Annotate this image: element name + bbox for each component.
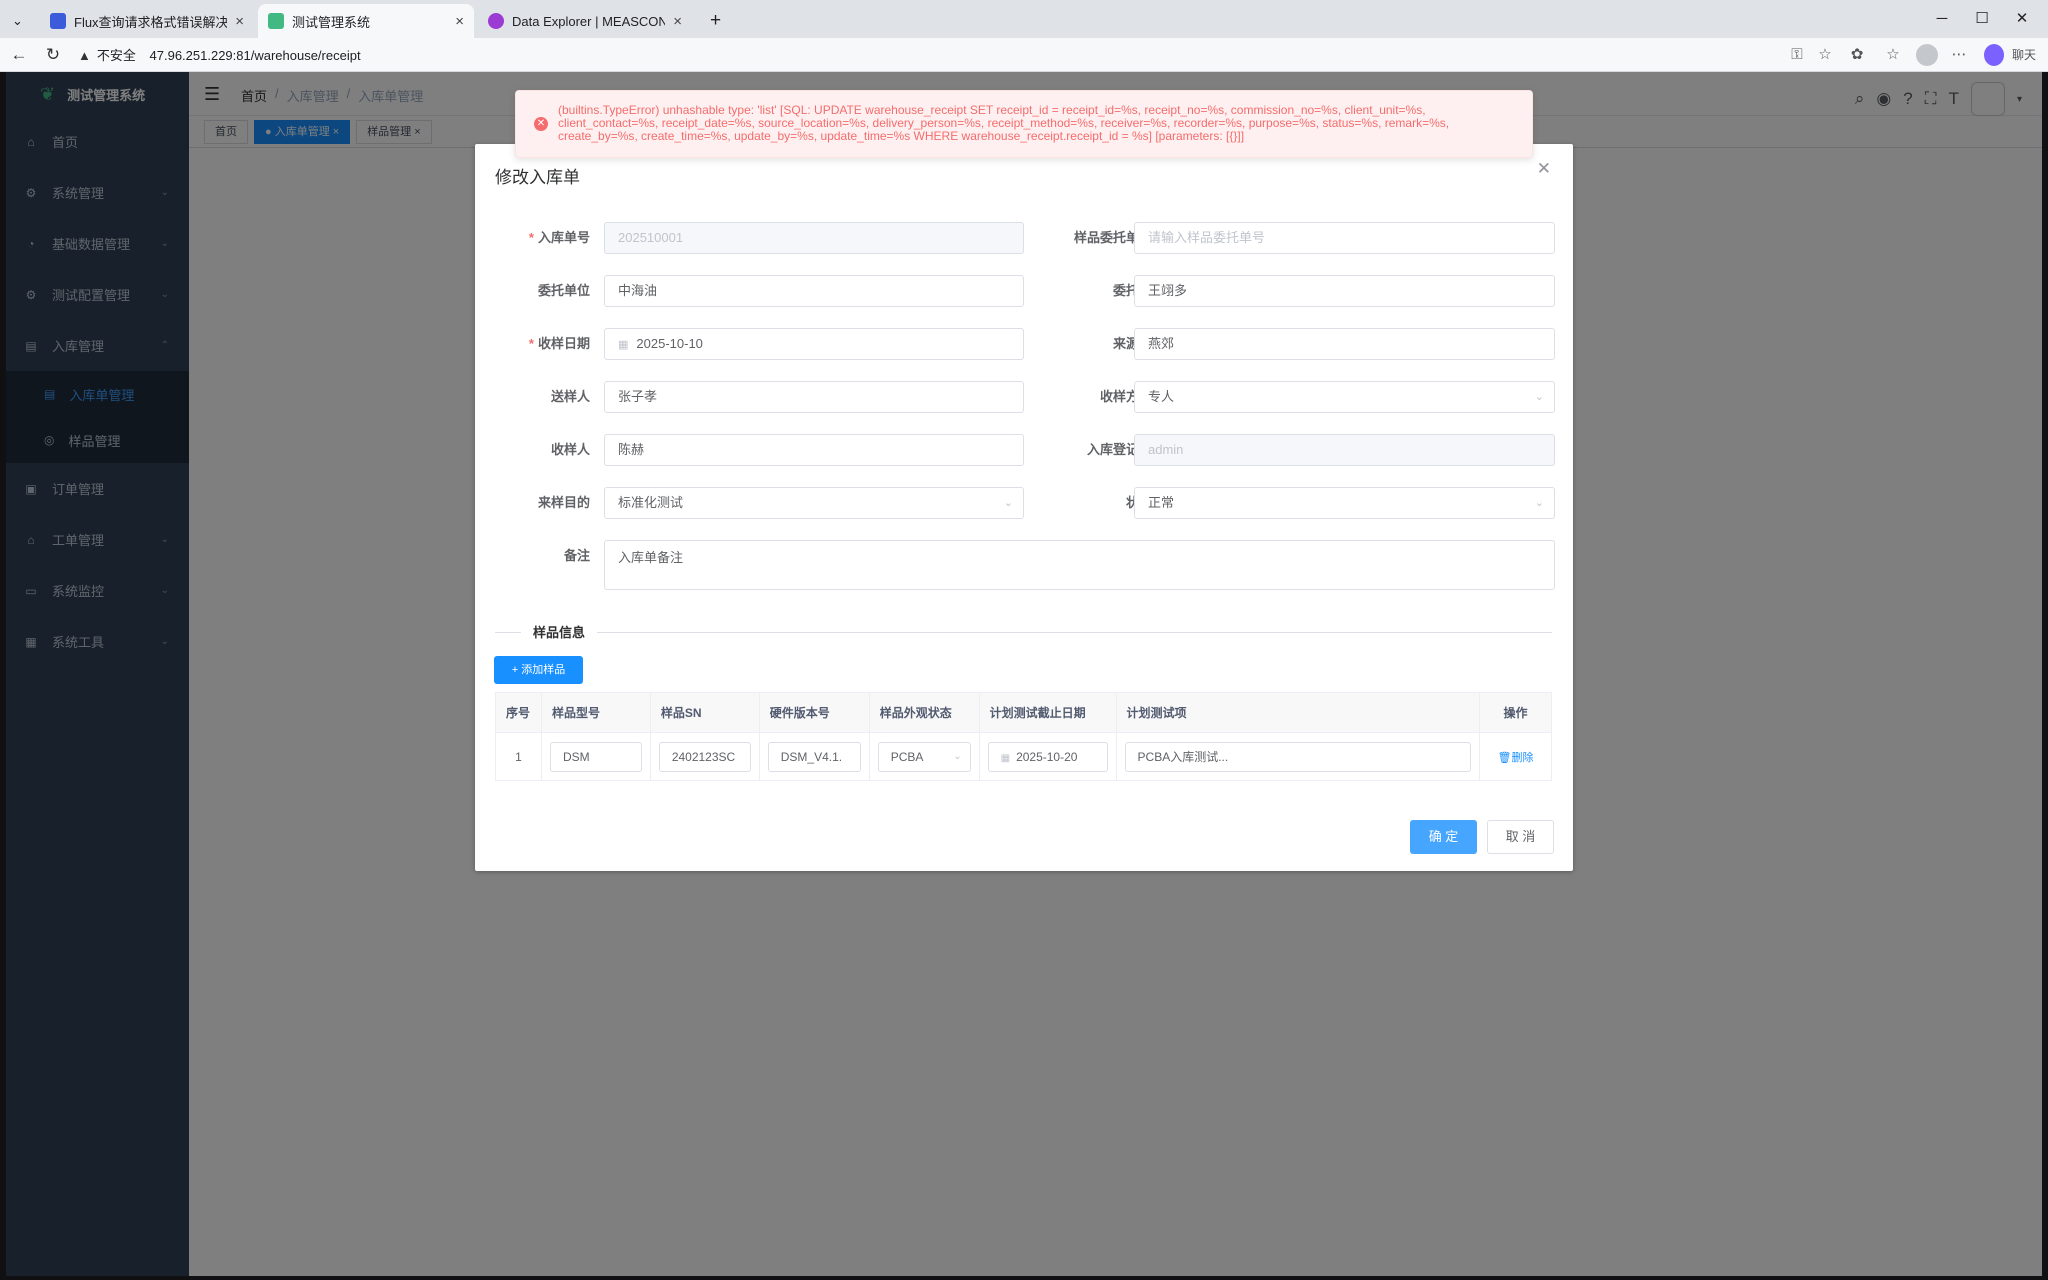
client-contact-input[interactable]: 王翊多: [1134, 275, 1555, 307]
tab-list-button[interactable]: ⌄: [6, 4, 36, 38]
delete-sample-button[interactable]: 🗑删除: [1498, 752, 1534, 764]
trash-icon: 🗑: [1497, 751, 1512, 764]
receipt-date-label: * 收样日期: [528, 336, 590, 351]
deadline-cell: ▦ 2025-10-20: [978, 732, 1117, 781]
tab-title: Flux查询请求格式错误解决方案 - L: [74, 14, 228, 30]
browser-tab-0[interactable]: Flux查询请求格式错误解决方案 - L ×: [40, 4, 254, 38]
copilot-label[interactable]: 聊天: [2008, 44, 2040, 66]
tab-close-icon[interactable]: ×: [235, 13, 244, 30]
minimize-icon[interactable]: ─: [1922, 6, 1962, 32]
browser-tab-bar: ⌄ Flux查询请求格式错误解决方案 - L × 测试管理系统 × Data E…: [0, 0, 2048, 38]
hw-cell: DSM_V4.1.: [758, 732, 870, 781]
browser-tab-1[interactable]: 测试管理系统 ×: [258, 4, 474, 38]
table-row: 1 DSM 2402123SC DSM_V4.1. PCBA ⌄ ▦ 2025-10…: [495, 732, 1552, 781]
error-message: (builtins.TypeError) unhashable type: 'l…: [558, 103, 1450, 143]
delivery-person-input[interactable]: 张子孝: [604, 381, 1024, 413]
remark-textarea[interactable]: 入库单备注: [604, 540, 1555, 590]
section-label: 样品信息: [521, 622, 598, 641]
calendar-icon: ▦: [1000, 752, 1011, 764]
sn-cell: 2402123SC: [649, 732, 760, 781]
status-select[interactable]: 正常 ⌄: [1134, 487, 1555, 519]
col-header: 硬件版本号: [758, 692, 870, 733]
confirm-button[interactable]: 确 定: [1410, 820, 1477, 854]
address-bar: ← ↻ ▲ 不安全 47.96.251.229:81/warehouse/rece…: [0, 38, 2048, 72]
tab-close-icon[interactable]: ×: [455, 13, 464, 30]
edit-receipt-dialog: 修改入库单 ✕ * 入库单号 202510001 样品委托单号 请输入样品委托单号…: [475, 144, 1573, 871]
cancel-button[interactable]: 取 消: [1487, 820, 1554, 854]
col-header: 计划测试截止日期: [978, 692, 1117, 733]
hw-version-input[interactable]: DSM_V4.1.: [767, 741, 861, 772]
client-unit-label: 委托单位: [537, 283, 590, 298]
dialog-title: 修改入库单: [495, 168, 580, 187]
col-header: 操作: [1479, 692, 1552, 733]
receipt-no-label: * 入库单号: [528, 230, 590, 245]
col-header: 计划测试项: [1115, 692, 1481, 733]
commission-no-input[interactable]: 请输入样品委托单号: [1134, 222, 1555, 254]
source-location-input[interactable]: 燕郊: [1134, 328, 1555, 360]
samples-table: 序号 样品型号 样品SN 硬件版本号 样品外观状态 计划测试截止日期 计划测试项…: [495, 692, 1552, 781]
warning-icon: ▲: [78, 48, 91, 63]
key-icon[interactable]: ⚿: [1786, 44, 1808, 66]
action-cell: 🗑删除: [1479, 732, 1552, 781]
receipt-no-input[interactable]: 202510001: [604, 222, 1024, 254]
chevron-down-icon: ⌄: [1534, 497, 1544, 509]
remark-label: 备注: [563, 548, 590, 563]
receipt-date-picker[interactable]: ▦ 2025-10-10: [604, 328, 1024, 360]
test-items-cell: PCBA入库测试...: [1115, 732, 1481, 781]
recorder-input[interactable]: admin: [1134, 434, 1555, 466]
extensions-icon[interactable]: ✿: [1846, 44, 1868, 66]
receiver-input[interactable]: 陈赫: [604, 434, 1024, 466]
tab-favicon-icon: [488, 13, 504, 29]
star-icon[interactable]: ☆: [1814, 44, 1836, 66]
chevron-down-icon: ⌄: [953, 750, 962, 762]
col-header: 样品外观状态: [868, 692, 980, 733]
sn-input[interactable]: 2402123SC: [658, 741, 751, 772]
delivery-person-label: 送样人: [550, 389, 590, 404]
calendar-icon: ▦: [618, 339, 629, 351]
model-input[interactable]: DSM: [549, 741, 642, 772]
tab-close-icon[interactable]: ×: [673, 13, 682, 30]
client-unit-input[interactable]: 中海油: [604, 275, 1024, 307]
error-icon: ✕: [534, 117, 548, 131]
url-text: 47.96.251.229:81/warehouse/receipt: [149, 48, 361, 63]
appearance-select[interactable]: PCBA ⌄: [877, 741, 971, 772]
receiver-label: 收样人: [550, 442, 590, 457]
purpose-select[interactable]: 标准化测试 ⌄: [604, 487, 1024, 519]
new-tab-button[interactable]: +: [700, 4, 730, 38]
receipt-method-select[interactable]: 专人 ⌄: [1134, 381, 1555, 413]
close-window-icon[interactable]: ✕: [2002, 6, 2042, 32]
col-header: 样品SN: [649, 692, 760, 733]
favorites-icon[interactable]: ☆: [1882, 44, 1904, 66]
copilot-icon[interactable]: [1984, 44, 2004, 66]
reload-icon[interactable]: ↻: [40, 42, 66, 68]
chevron-down-icon: ⌄: [12, 13, 23, 28]
tab-title: 测试管理系统: [292, 14, 371, 30]
browser-tab-2[interactable]: Data Explorer | MEASCON | InfluxD ×: [478, 4, 692, 38]
close-icon[interactable]: ✕: [1537, 159, 1551, 179]
error-toast: ✕ (builtins.TypeError) unhashable type: …: [515, 90, 1533, 158]
back-icon[interactable]: ←: [6, 42, 32, 68]
profile-icon[interactable]: [1916, 44, 1938, 66]
chevron-down-icon: ⌄: [1003, 497, 1013, 509]
purpose-label: 来样目的: [537, 495, 590, 510]
test-items-input[interactable]: PCBA入库测试...: [1124, 741, 1471, 772]
section-divider: [495, 632, 1552, 633]
tab-favicon-icon: [50, 13, 66, 29]
tab-title: Data Explorer | MEASCON | InfluxD: [512, 13, 666, 29]
insecure-label: 不安全: [96, 48, 136, 63]
tab-favicon-icon: [268, 13, 284, 29]
col-header: 序号: [495, 692, 542, 733]
table-header-row: 序号 样品型号 样品SN 硬件版本号 样品外观状态 计划测试截止日期 计划测试项…: [495, 692, 1552, 733]
more-icon[interactable]: ⋯: [1948, 44, 1970, 66]
row-index: 1: [495, 732, 542, 781]
appearance-cell: PCBA ⌄: [868, 732, 980, 781]
deadline-picker[interactable]: ▦ 2025-10-20: [987, 741, 1108, 772]
chevron-down-icon: ⌄: [1534, 391, 1544, 403]
url-field[interactable]: ▲ 不安全 47.96.251.229:81/warehouse/receipt: [78, 45, 361, 64]
maximize-icon[interactable]: ☐: [1962, 6, 2002, 32]
add-sample-button[interactable]: + 添加样品: [494, 656, 583, 684]
col-header: 样品型号: [540, 692, 651, 733]
model-cell: DSM: [540, 732, 651, 781]
